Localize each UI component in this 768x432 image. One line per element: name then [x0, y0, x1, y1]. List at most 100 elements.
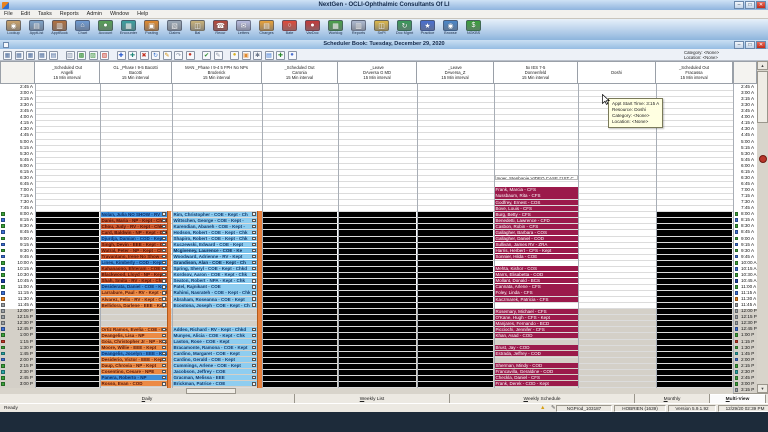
appointment[interactable]: Larrabure, Paul - RV - Kept - Ch	[101, 290, 167, 295]
appointment[interactable]: Woodward, Adrienne - RV - Kept	[173, 254, 257, 259]
legend-icon[interactable]: ▩	[77, 51, 86, 60]
appointment[interactable]: Deangelis, Lisa - NP	[101, 333, 167, 338]
appointment[interactable]: Seaton, Robert - NPA - Kept - Chk	[173, 278, 257, 283]
appointment-detail-box[interactable]	[252, 334, 255, 337]
work-week-view-icon[interactable]: ▦	[26, 51, 35, 60]
toolbar-account-button[interactable]: ●Account	[94, 20, 117, 39]
child-close-button[interactable]: ✕	[756, 41, 766, 49]
appointment[interactable]: Kuczewski, Edward - COE - Kept	[173, 242, 257, 247]
child-minimize-button[interactable]: –	[734, 41, 744, 49]
appointment-detail-box[interactable]	[252, 255, 255, 258]
appointment[interactable]: Cardino, Margaret - COE - Kept	[173, 351, 257, 356]
appointment-detail-box[interactable]	[252, 285, 255, 288]
appointment[interactable]: Kahanaono, Ehteram - COE - Ke	[101, 266, 167, 271]
appointment[interactable]: Nolan, Julia NO SHOW - RV	[101, 212, 167, 217]
column-header-daversa-z[interactable]: _LeaveDAversa_Z15 Min interval	[417, 61, 494, 84]
appointment[interactable]: Desiderio, Victor - EEE - Kept	[101, 357, 167, 362]
appointment-detail-box[interactable]	[162, 382, 165, 385]
appointment-detail-box[interactable]	[162, 243, 165, 246]
toolbar-snpl-button[interactable]: ◫SnPl	[370, 20, 393, 39]
toolbar-charges-button[interactable]: ▤Charges	[255, 20, 278, 39]
appointment[interactable]: Brickman, Patrice - COE	[173, 381, 257, 386]
overflow-strip-bacotti[interactable]	[167, 211, 172, 393]
patient-icon[interactable]: ●	[186, 51, 195, 60]
pen-icon[interactable]: ✎	[551, 405, 556, 411]
appointment[interactable]: Mehta, Kishor - COS	[495, 266, 578, 271]
appointment[interactable]: Daup, Chrovia - NP - Kept	[101, 363, 167, 368]
appointment[interactable]: Nussbaum, Rita - CFS	[495, 193, 578, 198]
appointment[interactable]: Foley, Linda - CFS	[495, 290, 578, 295]
appointment-detail-box[interactable]	[162, 273, 165, 276]
appointment[interactable]: Cannata, Arlene - CFS	[495, 284, 578, 289]
appointment[interactable]: Karendian, Abaneh - COE - Kept -	[173, 224, 257, 229]
overflow-strip-broderick[interactable]	[257, 211, 262, 393]
appointment-detail-box[interactable]	[162, 237, 165, 240]
appointment-detail-box[interactable]	[252, 364, 255, 367]
appointment-detail-box[interactable]	[162, 225, 165, 228]
appointment[interactable]: Lines, Kimberly - COD - Kept - Chk	[101, 260, 167, 265]
appointment[interactable]: Rim, Christopher - COE - Kept - Ch	[173, 212, 257, 217]
appointment[interactable]: Jacobson, Jeffrey - COE	[173, 369, 257, 374]
toolbar-recur-button[interactable]: ☎Recur	[209, 20, 232, 39]
appointment-detail-box[interactable]	[162, 370, 165, 373]
appointment-detail-box[interactable]	[252, 291, 255, 294]
toolbar-chart-button[interactable]: ⌂Chart	[71, 20, 94, 39]
appointment[interactable]: Chou, Judy - RV - Kept - Chkd	[101, 224, 167, 229]
appointment-detail-box[interactable]	[252, 261, 255, 264]
appointment[interactable]: Benedetti, Lawrence - CFD	[495, 218, 578, 223]
menu-tasks[interactable]: Tasks	[34, 10, 56, 19]
toolbar-reports-button[interactable]: ▥Reports	[347, 20, 370, 39]
column-header-fracassa[interactable]: _Scheduled OutFracassa15 Min interval	[656, 61, 733, 84]
column-header-donnenfeld[interactable]: 5x IES 7-5Donnenfeld15 Min interval	[494, 61, 578, 84]
appointment-detail-box[interactable]	[162, 303, 165, 306]
appointment[interactable]: Card, Baldwin - NP - Kept - Chk	[101, 230, 167, 235]
appointment[interactable]: Frank, Derek - COD - Kept	[495, 381, 578, 386]
appointment[interactable]: Djurdja, Damian - COD - Kept - Ck	[101, 236, 167, 241]
appointment-detail-box[interactable]	[162, 352, 165, 355]
appointment[interactable]: Singh, Devin - EEE - Kept - Ck	[101, 242, 167, 247]
appointment-detail-box[interactable]	[162, 291, 165, 294]
appointment-detail-box[interactable]	[162, 364, 165, 367]
appointment[interactable]: Shapiro, Robert - COE - Kept - Chk	[173, 236, 257, 241]
month-view-icon[interactable]: ▦	[38, 51, 47, 60]
appointment-detail-box[interactable]	[252, 346, 255, 349]
menu-window[interactable]: Window	[106, 10, 133, 19]
appointment-detail-box[interactable]	[162, 267, 165, 270]
person-find-icon[interactable]: ●	[288, 51, 297, 60]
redo-icon[interactable]: ↷	[174, 51, 183, 60]
appointment-detail-box[interactable]	[162, 219, 165, 222]
check-in-icon[interactable]: ✔	[202, 51, 211, 60]
toolbar-vardoc-button[interactable]: ●VarDoc	[301, 20, 324, 39]
appointment[interactable]: Ecostona, Joseph - COE - Kept - Ch	[173, 303, 257, 308]
appointment[interactable]: Deangelis, Jocelyn - EEE - Kept	[101, 351, 167, 356]
appointment-detail-box[interactable]	[162, 334, 165, 337]
appointment[interactable]: Rosso, Evan - COD	[101, 381, 167, 386]
minimize-button[interactable]: –	[734, 1, 744, 9]
column-header-angelli[interactable]: _Scheduled OutAngelli15 Min interval	[35, 61, 100, 84]
appointment[interactable]: Goia, Christopher Jr - NP - Kept	[101, 339, 167, 344]
appointment[interactable]: Moore, Willie - EEE - Kept	[101, 345, 167, 350]
toolbar-letters-button[interactable]: ✉Letters	[232, 20, 255, 39]
appointment[interactable]: Cardino, Gerald - COE - Kept	[173, 357, 257, 362]
appointment-detail-box[interactable]	[252, 358, 255, 361]
appointment-detail-box[interactable]	[252, 279, 255, 282]
appointment[interactable]: Hodson, Robert - COE - Kept - Chk	[173, 230, 257, 235]
appointment[interactable]: Gallagher, Barbara - COS	[495, 230, 578, 235]
appointment[interactable]: Ortiz Ramos, Evelia - COE - Kept	[101, 327, 167, 332]
appointment[interactable]: Picciochi, Jennifer - CFS	[495, 327, 578, 332]
appointment[interactable]: Blackwood, Lloyd - NP - Kept -	[101, 272, 167, 277]
refresh-icon[interactable]: ↻	[151, 51, 160, 60]
appointment[interactable]: Panera, Roberto - NP	[101, 375, 167, 380]
appointment[interactable]: Brust, Jay - COD	[495, 345, 578, 350]
appointment[interactable]: Checkla, Daniel - CFS	[495, 375, 578, 380]
appointment[interactable]: Harris, Herbert - CFS - Kept	[495, 248, 578, 253]
appointment[interactable]: Watral, Peter - NP - Kept - Chk	[101, 248, 167, 253]
calendar-clock-icon[interactable]: ▤	[265, 51, 274, 60]
appointment-detail-box[interactable]	[252, 231, 255, 234]
appointment[interactable]: Bove, Louis - CFS	[495, 206, 578, 211]
appointment[interactable]: Desiderata, Daniel - COE - Kept - C	[101, 284, 167, 289]
appointment-detail-box[interactable]	[252, 243, 255, 246]
day-view-icon[interactable]: ▦	[3, 51, 12, 60]
appointment[interactable]: Danis, Maria - NP - Kept - Chkd	[101, 218, 167, 223]
toolbar-practice-button[interactable]: ★Practice	[416, 20, 439, 39]
